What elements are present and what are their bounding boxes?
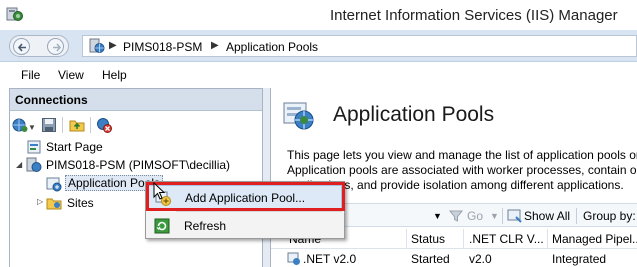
connections-pane: Connections ▼ Start Page ◢ PIMS018-PSM (… (9, 88, 263, 267)
tree-item-label: PIMS018-PSM (PIMSOFT\decillia) (46, 158, 231, 172)
column-separator[interactable] (463, 229, 464, 249)
menu-file[interactable]: File (21, 68, 40, 82)
refresh-icon (154, 218, 170, 234)
group-by-label[interactable]: Group by: (583, 209, 636, 223)
menu-help[interactable]: Help (102, 68, 127, 82)
iis-app-icon (6, 7, 23, 21)
server-icon (26, 157, 42, 172)
menu-separator (176, 211, 342, 212)
tree-item-label: Sites (67, 196, 94, 210)
connect-globe-icon[interactable] (12, 117, 28, 133)
application-pools-icon (46, 177, 62, 192)
title-bar: Internet Information Services (IIS) Mana… (0, 0, 637, 30)
breadcrumb-item-server[interactable]: PIMS018-PSM (123, 40, 202, 54)
table-row[interactable]: .NET v2.0 Started v2.0 Integrated (271, 250, 637, 267)
filter-dropdown-icon[interactable]: ▼ (433, 211, 442, 221)
column-header-managed-pipeline[interactable]: Managed Pipel... (552, 232, 637, 246)
column-separator[interactable] (406, 229, 407, 249)
address-bar: ▶ PIMS018-PSM ▶ Application Pools (0, 30, 637, 62)
menu-view[interactable]: View (58, 68, 84, 82)
toolbar-separator (62, 117, 63, 133)
window-title: Internet Information Services (IIS) Mana… (330, 7, 618, 24)
disconnect-icon[interactable] (96, 117, 112, 133)
cell-name: .NET v2.0 (303, 252, 357, 266)
start-page-icon (27, 140, 41, 154)
breadcrumb-separator-icon: ▶ (211, 40, 219, 51)
pane-splitter[interactable] (263, 88, 270, 267)
show-all-button[interactable]: Show All (524, 209, 570, 223)
cell-clr-version: v2.0 (469, 252, 492, 266)
collapse-arrow-icon[interactable]: ◢ (16, 160, 22, 169)
up-level-icon[interactable] (69, 117, 85, 133)
breadcrumb-item-application-pools[interactable]: Application Pools (226, 40, 318, 54)
context-menu: Add Application Pool... Refresh (145, 181, 345, 239)
menu-item-add-application-pool[interactable]: Add Application Pool... (148, 185, 342, 209)
column-separator[interactable] (547, 229, 548, 249)
application-pools-large-icon (283, 102, 314, 130)
breadcrumb-separator-icon: ▶ (109, 40, 117, 51)
menu-item-label: Add Application Pool... (185, 191, 306, 205)
mouse-cursor-icon (153, 182, 165, 200)
description-line: This page lets you view and manage the l… (287, 148, 637, 162)
main-content: Application Pools This page lets you vie… (270, 88, 637, 267)
tree-item-label: Start Page (46, 140, 103, 154)
go-button[interactable]: Go (467, 209, 483, 223)
cell-status: Started (411, 252, 450, 266)
filter-separator (576, 208, 577, 224)
sites-folder-icon (46, 198, 62, 210)
connections-title: Connections (15, 93, 88, 107)
navigation-buttons (9, 35, 69, 57)
forward-arrow-icon (53, 43, 62, 52)
back-button[interactable] (13, 38, 30, 55)
page-title: Application Pools (333, 103, 495, 126)
show-all-icon (507, 209, 522, 223)
column-header-status[interactable]: Status (411, 232, 445, 246)
connections-toolbar: ▼ (10, 112, 262, 138)
connections-header: Connections (10, 89, 262, 111)
column-header-clr-version[interactable]: .NET CLR V... (469, 232, 544, 246)
connect-dropdown-icon[interactable]: ▼ (28, 123, 36, 132)
go-dropdown-icon[interactable]: ▼ (490, 211, 499, 221)
cell-managed-pipeline: Integrated (552, 252, 607, 266)
description-line: Application pools are associated with wo… (287, 163, 637, 177)
expand-arrow-icon[interactable]: ▷ (37, 197, 43, 206)
breadcrumb[interactable]: ▶ PIMS018-PSM ▶ Application Pools (82, 35, 637, 57)
filter-separator (502, 208, 503, 224)
server-icon (89, 38, 105, 53)
go-funnel-icon (449, 210, 463, 222)
menu-item-refresh[interactable]: Refresh (148, 214, 342, 238)
back-arrow-icon (17, 43, 26, 52)
save-icon[interactable] (41, 117, 57, 133)
menu-item-label: Refresh (184, 219, 227, 233)
forward-button[interactable] (47, 38, 64, 55)
menu-bar: File View Help (0, 62, 637, 88)
app-pool-row-icon (287, 252, 300, 265)
toolbar-separator (90, 117, 91, 133)
